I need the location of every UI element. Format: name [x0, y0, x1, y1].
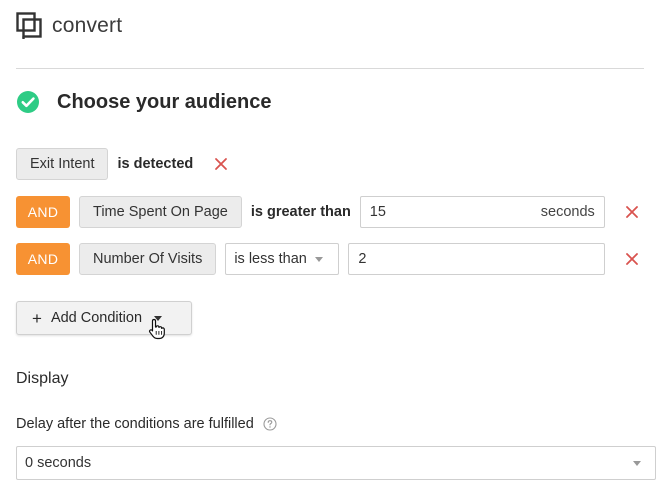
- condition-row-2: AND Time Spent On Page is greater than 1…: [16, 195, 639, 229]
- chevron-down-icon: [314, 256, 323, 262]
- logo-wordmark: convert: [52, 14, 123, 37]
- operator-select-value: is less than: [234, 251, 307, 267]
- visits-value: 2: [358, 251, 367, 267]
- condition-chip-time-spent[interactable]: Time Spent On Page: [79, 196, 242, 228]
- and-connector-badge: AND: [16, 196, 70, 228]
- time-value: 15: [369, 204, 386, 220]
- delay-select-value: 0 seconds: [25, 455, 92, 471]
- condition-chip-exit-intent[interactable]: Exit Intent: [16, 148, 109, 180]
- condition-operator-label: is detected: [117, 156, 194, 172]
- check-circle-icon: [17, 91, 39, 113]
- time-unit-label: seconds: [540, 204, 595, 220]
- operator-select[interactable]: is less than: [225, 243, 340, 275]
- header-divider: [16, 68, 644, 69]
- audience-section-header: Choose your audience: [16, 90, 272, 114]
- condition-row-1: Exit Intent is detected: [16, 147, 228, 181]
- and-connector-badge: AND: [16, 243, 70, 275]
- condition-row-3: AND Number Of Visits is less than 2: [16, 242, 639, 276]
- close-x-icon[interactable]: [625, 205, 639, 219]
- condition-chip-number-of-visits[interactable]: Number Of Visits: [79, 243, 217, 275]
- add-condition-label: Add Condition: [50, 310, 143, 326]
- help-circle-icon[interactable]: [263, 417, 277, 431]
- hand-pointer-cursor-icon: [148, 318, 165, 340]
- section-title: Choose your audience: [57, 90, 272, 113]
- display-heading: Display: [16, 370, 69, 387]
- convert-logo-icon: [16, 12, 42, 39]
- plus-icon: +: [32, 308, 42, 328]
- chevron-down-icon: [633, 460, 641, 466]
- delay-select[interactable]: 0 seconds: [16, 446, 656, 480]
- app-logo: convert: [16, 12, 122, 40]
- close-x-icon[interactable]: [625, 252, 639, 266]
- close-x-icon[interactable]: [214, 157, 228, 171]
- visits-value-input[interactable]: 2: [348, 243, 606, 275]
- delay-label-text: Delay after the conditions are fulfilled: [16, 416, 254, 432]
- condition-operator-label: is greater than: [250, 204, 351, 220]
- delay-label: Delay after the conditions are fulfilled: [16, 416, 277, 432]
- time-value-input[interactable]: 15 seconds: [359, 196, 605, 228]
